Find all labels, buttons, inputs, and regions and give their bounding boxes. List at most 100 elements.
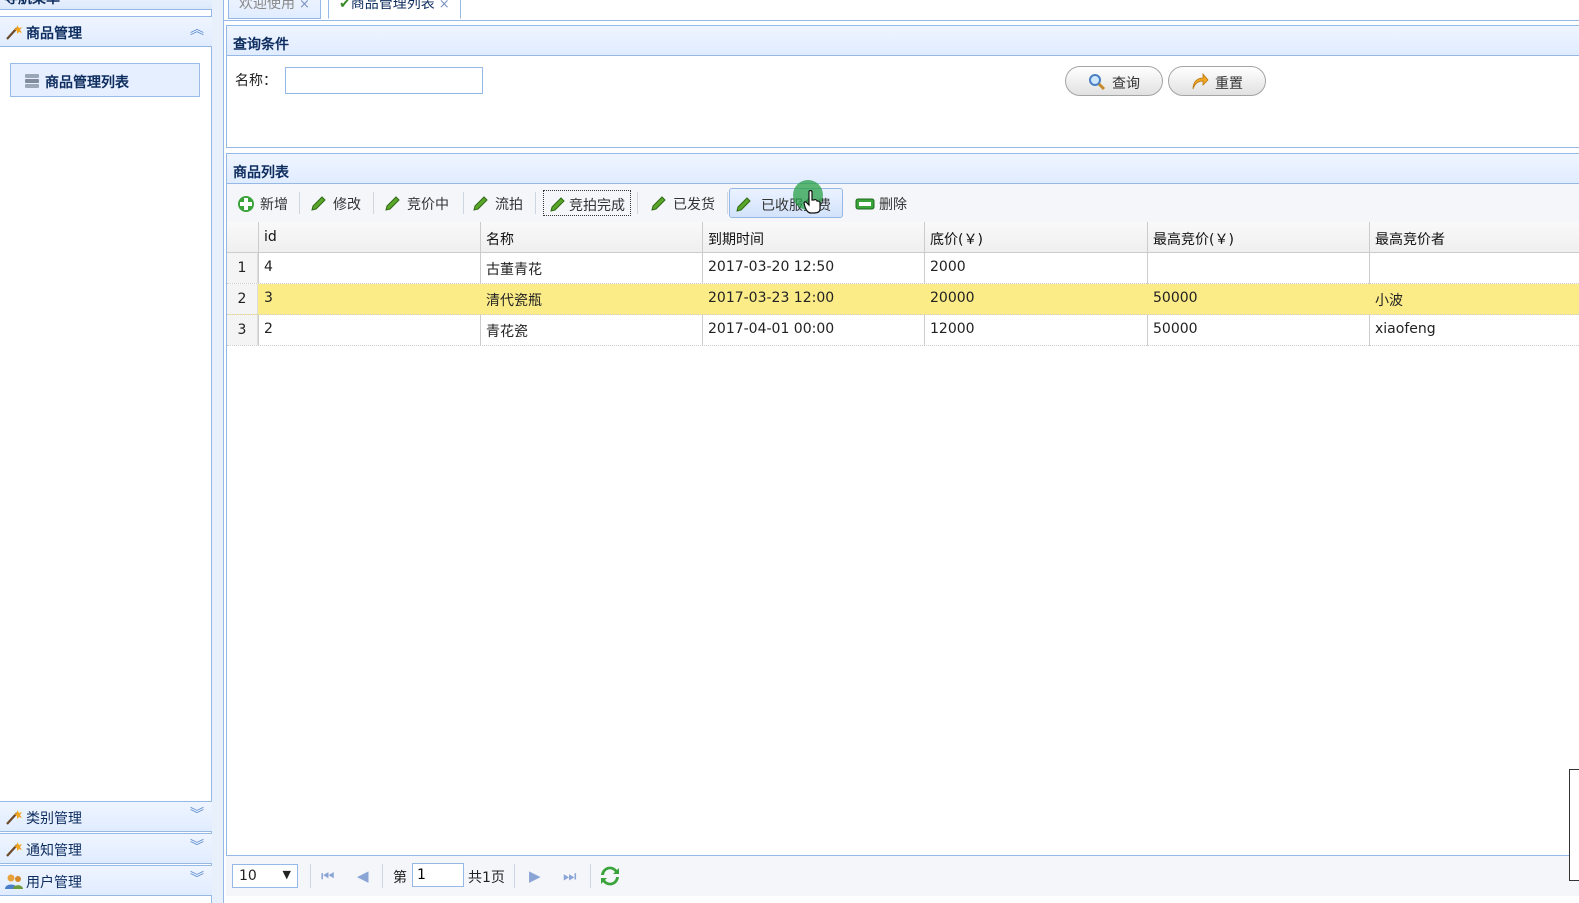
cell-expire: 2017-03-23 12:00 [708,290,835,306]
pagination-bar: 10 ▼ ⏮ ◀ 第 共1页 ▶ ⏭ [226,855,1579,896]
scrollbar-stub[interactable] [1569,769,1579,881]
wand-icon [6,810,22,825]
accordion-header-category[interactable]: 类别管理 ︾ [0,801,212,832]
shipped-button[interactable]: 已发货 [645,190,725,216]
add-button[interactable]: 新增 [233,190,295,216]
query-panel-title: 查询条件 [227,26,1579,56]
cell-base-price: 20000 [930,290,975,306]
delete-icon [855,198,875,210]
next-page-icon[interactable]: ▶ [529,867,541,885]
sidebar-item-label: 商品管理列表 [45,75,129,91]
collapse-sidebar-icon[interactable]: « [4,0,202,2]
row-number: 1 [227,253,258,283]
pencil-icon [736,197,751,212]
cell-top-bidder: xiaofeng [1375,321,1436,337]
pencil-icon [311,196,326,211]
cell-expire: 2017-03-20 12:50 [708,259,835,275]
pager-separator [514,864,515,888]
accordion-header-goods[interactable]: 商品管理 ︽ [0,16,212,47]
users-icon [5,874,23,889]
service-fee-received-button[interactable]: 已收服务费 [729,188,843,218]
toolbar-separator [299,192,300,214]
add-icon [238,196,254,212]
cell-base-price: 12000 [930,321,975,337]
chevron-down-icon[interactable]: ︾ [190,806,204,824]
pager-separator [382,864,383,888]
chevron-down-icon[interactable]: ︾ [190,870,204,888]
search-button[interactable]: 查询 [1065,66,1163,96]
last-page-icon[interactable]: ⏭ [563,867,577,885]
pencil-icon [473,196,488,211]
sidebar-item-goods-list[interactable]: 商品管理列表 [10,63,200,97]
database-icon [25,74,39,88]
auction-complete-button[interactable]: 竞拍完成 [543,190,631,216]
check-icon: ✔ [339,0,351,12]
list-panel-title: 商品列表 [227,154,1579,184]
column-header-base-price[interactable]: 底价(￥) [930,229,983,249]
edit-button[interactable]: 修改 [305,190,367,216]
name-input[interactable] [285,67,483,94]
tab-welcome[interactable]: 欢迎使用 × [228,0,321,19]
query-panel: 查询条件 名称： 查询 重置 [226,25,1579,148]
previous-page-icon[interactable]: ◀ [357,867,369,885]
accordion-header-users[interactable]: 用户管理 ︾ [0,865,212,896]
table-header: id 名称 到期时间 底价(￥) 最高竞价(￥) 最高竞价者 [227,222,1579,346]
page-number-input[interactable] [412,863,464,887]
wand-icon [6,25,22,40]
pager-separator [310,864,311,888]
tab-label: 欢迎使用 [239,0,295,12]
row-number: 2 [227,284,258,314]
bidding-button[interactable]: 竞价中 [379,190,459,216]
list-toolbar: 新增 修改 竞价中 流拍 竞拍完成 已发货 已收服务费 删除 [227,180,1579,223]
toolbar-separator [535,192,536,214]
search-icon [1089,74,1106,91]
column-header-top-bidder[interactable]: 最高竞价者 [1375,229,1445,249]
close-icon[interactable]: × [299,0,310,12]
delete-button[interactable]: 删除 [851,190,913,216]
sidebar: 导航菜单 « 商品管理 ︽ 商品管理列表 类别管理 ︾ 通知管理 ︾ 用户管理 … [0,0,212,903]
accordion-header-notice[interactable]: 通知管理 ︾ [0,833,212,864]
cell-name: 青花瓷 [486,324,528,340]
auction-failed-button[interactable]: 流拍 [467,190,529,216]
column-header-id[interactable]: id [264,229,277,245]
cell-name: 古董青花 [486,262,542,278]
accordion-label: 通知管理 [26,843,82,859]
cell-top-bidder: 小波 [1375,293,1403,309]
reset-button[interactable]: 重置 [1168,66,1266,96]
cell-id: 3 [264,290,273,306]
column-header-expire[interactable]: 到期时间 [708,229,764,249]
cell-base-price: 2000 [930,259,966,275]
close-icon[interactable]: × [439,0,450,12]
toolbar-separator [373,192,374,214]
tab-goods-list[interactable]: ✔商品管理列表 × [328,0,461,19]
wand-icon [6,842,22,857]
table-row[interactable]: 3 2 青花瓷 2017-04-01 00:00 12000 50000 xia… [227,315,1579,346]
page-total: 共1页 [468,870,505,886]
accordion-label: 类别管理 [26,811,82,827]
toolbar-separator [727,192,728,214]
hand-cursor-icon [803,190,821,214]
table-row[interactable]: 1 4 古董青花 2017-03-20 12:50 2000 [227,253,1579,284]
cell-id: 4 [264,259,273,275]
pencil-icon [550,197,565,212]
redo-arrow-icon [1192,73,1209,90]
chevron-up-icon[interactable]: ︽ [190,21,204,39]
table-row-selected[interactable]: 2 3 清代瓷瓶 2017-03-23 12:00 20000 50000 小波 [227,284,1579,315]
page-prefix: 第 [393,870,407,886]
column-header-top-bid[interactable]: 最高竞价(￥) [1153,229,1234,249]
page-size-select[interactable]: 10 ▼ [232,864,298,888]
cell-top-bid: 50000 [1153,321,1198,337]
toolbar-separator [463,192,464,214]
goods-table: id 名称 到期时间 底价(￥) 最高竞价(￥) 最高竞价者 1 4 古董青花 … [227,222,1579,346]
column-header-name[interactable]: 名称 [486,229,514,249]
chevron-down-icon[interactable]: ︾ [190,838,204,856]
name-label: 名称： [235,73,277,89]
accordion-label: 商品管理 [26,26,82,42]
sidebar-splitter[interactable] [212,0,224,903]
refresh-icon[interactable] [600,866,620,886]
first-page-icon[interactable]: ⏮ [321,867,335,885]
cell-top-bid: 50000 [1153,290,1198,306]
row-number: 3 [227,315,258,345]
cell-id: 2 [264,321,273,337]
pencil-icon [385,196,400,211]
